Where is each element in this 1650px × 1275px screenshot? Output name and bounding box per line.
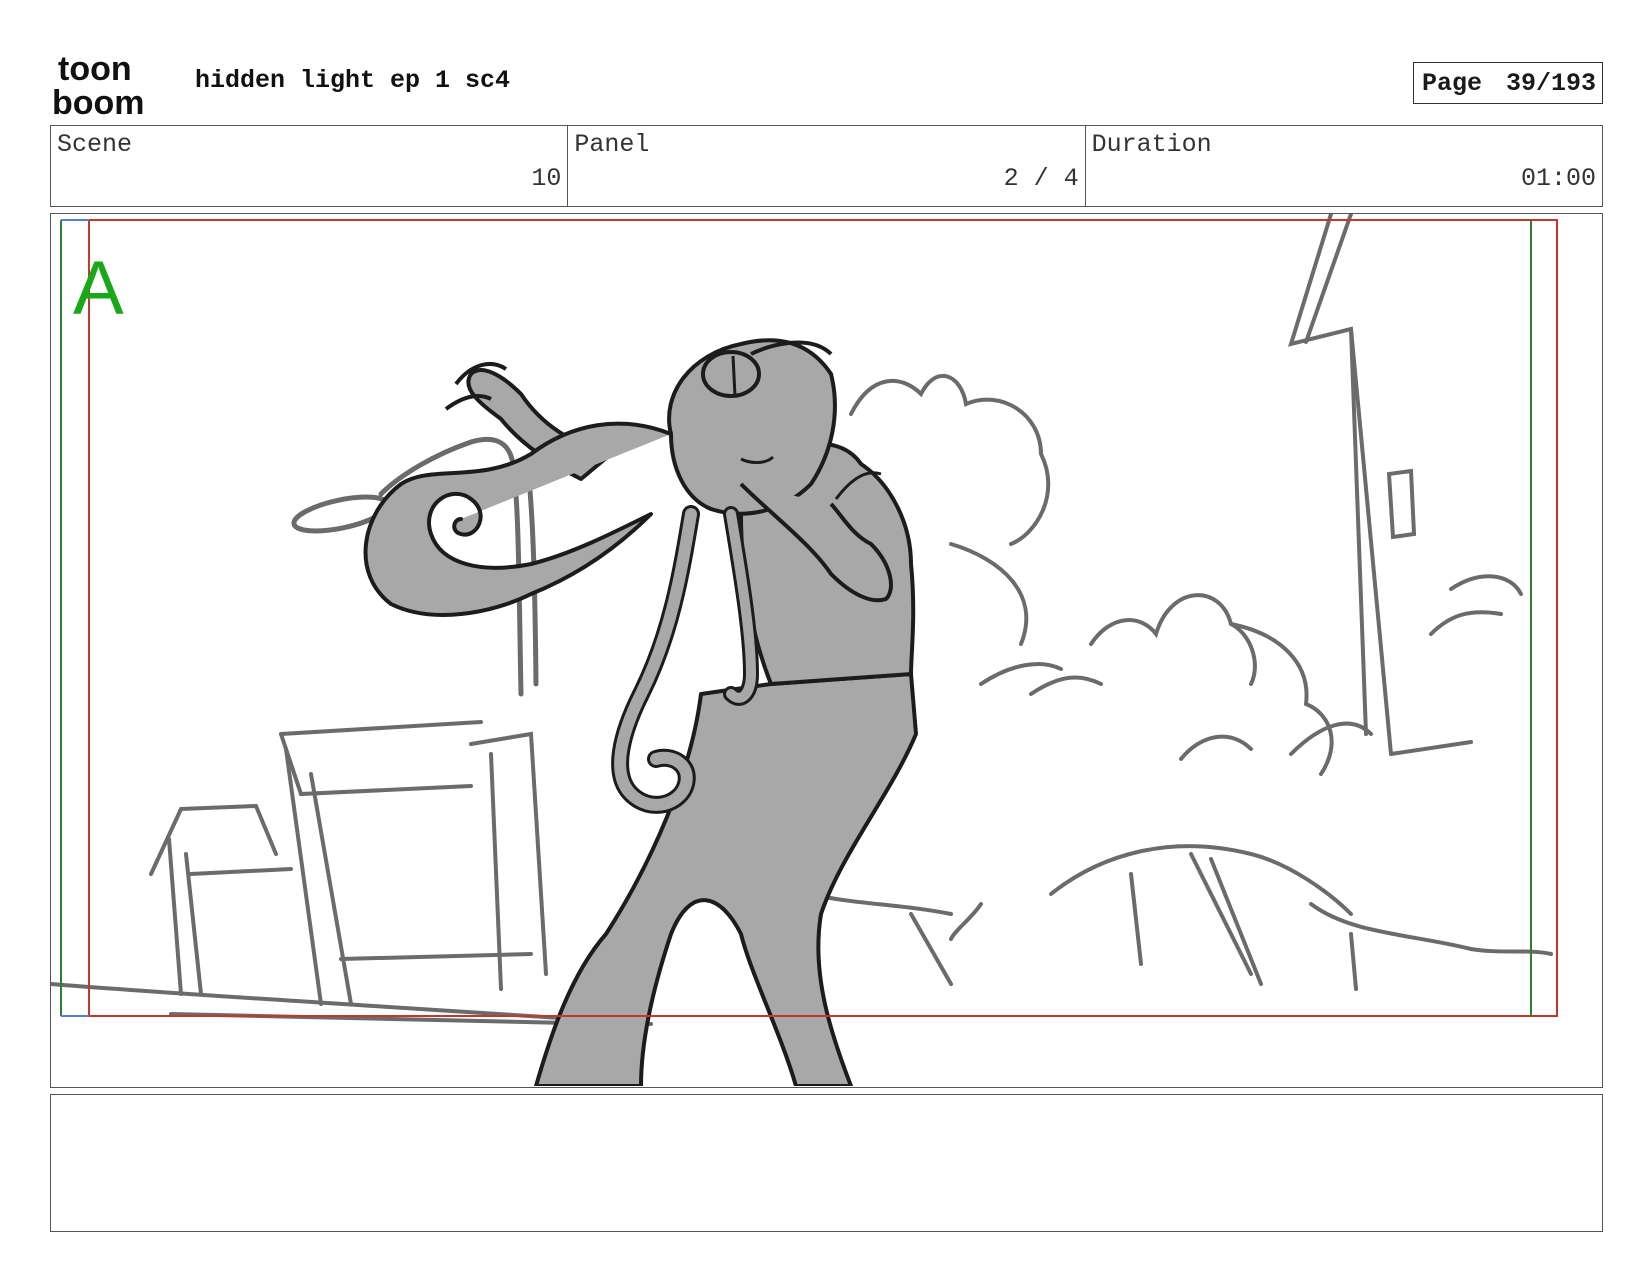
logo-top-text: toon [58,50,132,88]
panel-cell: Panel 2 / 4 [568,126,1086,206]
duration-label: Duration [1091,130,1212,159]
page-value: 39/193 [1505,68,1596,98]
duration-value: 01:00 [1520,164,1596,193]
panel-notes-box [50,1094,1603,1232]
page-label: Page [1422,68,1483,98]
scene-cell: Scene 10 [51,126,569,206]
scene-label: Scene [57,130,133,159]
houses-sketch [51,720,653,1026]
toonboom-logo: toon boom [52,50,170,118]
bushes-sketch [809,373,1553,991]
logo-bottom-text: boom [52,84,145,118]
panel-info-row: Scene 10 Panel 2 / 4 Duration 01:00 [50,125,1603,207]
tall-building-sketch [1288,214,1473,756]
duration-cell: Duration 01:00 [1086,126,1602,206]
storyboard-drawing: A [51,214,1558,1086]
layer-marker: A [73,246,124,331]
storyboard-panel: A [50,213,1603,1088]
scene-value: 10 [531,164,562,193]
page-counter: Page 39/193 [1413,62,1603,104]
panel-label: Panel [574,130,650,159]
document-title: hidden light ep 1 sc4 [195,66,511,95]
panel-value: 2 / 4 [1003,164,1079,193]
toonboom-logo-mark: toon boom [52,50,145,118]
